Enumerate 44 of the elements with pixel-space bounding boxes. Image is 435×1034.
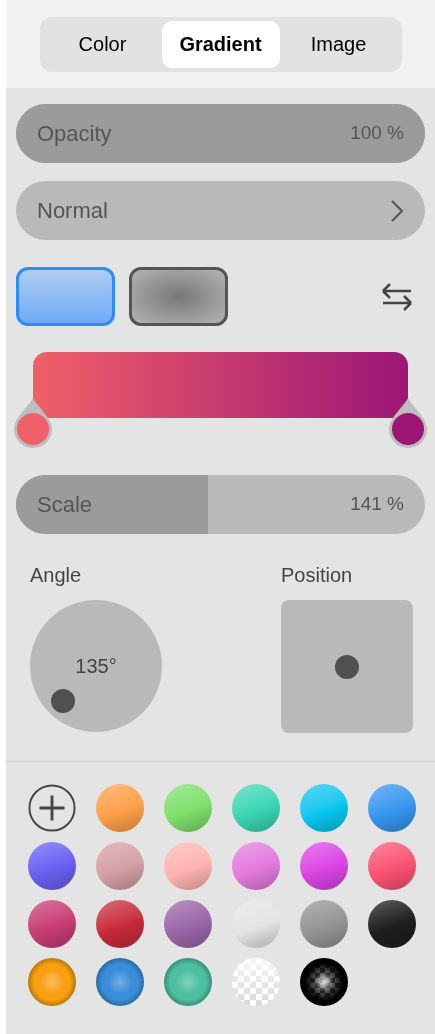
gradient-swatch[interactable] (368, 842, 416, 890)
gradient-stop-handle[interactable] (13, 398, 53, 448)
gradient-stop-handle[interactable] (388, 398, 428, 448)
linear-gradient-button[interactable] (16, 267, 115, 326)
radial-gradient-button[interactable] (129, 267, 228, 326)
gradient-swatch[interactable] (28, 958, 76, 1006)
position-label: Position (281, 563, 354, 588)
add-icon[interactable] (28, 783, 76, 833)
angle-label: Angle (30, 563, 83, 588)
gradient-swatch[interactable] (28, 900, 76, 948)
gradient-swatch[interactable] (28, 842, 76, 890)
gradient-swatch[interactable] (232, 784, 280, 832)
swap-icon[interactable] (379, 281, 415, 312)
gradient-swatch[interactable] (164, 842, 212, 890)
tab[interactable]: Image (279, 20, 398, 68)
gradient-swatch[interactable] (164, 958, 212, 1006)
position-pad[interactable] (281, 600, 413, 733)
slider-label: Scale (37, 491, 93, 519)
gradient-swatch[interactable] (368, 900, 416, 948)
slider-reading: 100 % (350, 121, 404, 146)
chevron-right-icon (390, 198, 404, 223)
gradient-swatch[interactable] (96, 842, 144, 890)
gradient-swatch[interactable] (96, 784, 144, 832)
gradient-swatch[interactable] (164, 784, 212, 832)
tab[interactable]: Gradient (161, 20, 280, 68)
slider-reading: 141 % (350, 492, 404, 517)
gradient-swatch[interactable] (96, 900, 144, 948)
gradient-swatch[interactable] (300, 784, 348, 832)
angle-reading: 135° (75, 654, 117, 679)
slider-label: Opacity (37, 120, 112, 148)
blend-mode-select[interactable]: Normal (16, 181, 425, 240)
position-handle[interactable] (335, 654, 359, 679)
gradient-swatch[interactable] (96, 958, 144, 1006)
gradient-swatch[interactable] (164, 900, 212, 948)
gradient-swatch[interactable] (300, 842, 348, 890)
angle-dial[interactable]: 135° (30, 600, 162, 732)
gradient-swatch[interactable] (232, 842, 280, 890)
tab[interactable]: Color (43, 20, 162, 68)
gradient-swatch[interactable] (300, 900, 348, 948)
angle-handle[interactable] (51, 689, 75, 713)
gradient-swatch[interactable] (300, 958, 348, 1006)
gradient-swatch[interactable] (368, 784, 416, 832)
scale-slider[interactable]: Scale 141 % (16, 475, 425, 534)
opacity-slider[interactable]: Opacity 100 % (16, 104, 425, 163)
